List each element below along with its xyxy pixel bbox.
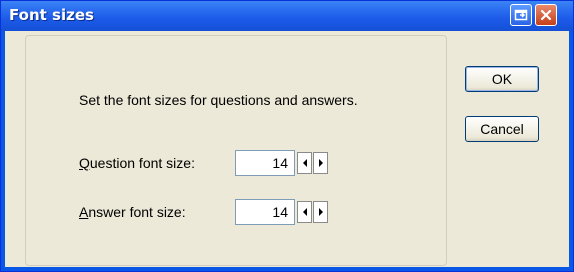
cancel-button[interactable]: Cancel bbox=[465, 116, 539, 142]
answer-label-rest: nswer font size: bbox=[88, 204, 186, 220]
question-label-rest: uestion font size: bbox=[89, 155, 195, 171]
close-icon bbox=[540, 9, 552, 21]
arrow-left-icon bbox=[302, 208, 307, 216]
arrow-right-icon bbox=[318, 159, 323, 167]
dialog-body: Set the font sizes for questions and ans… bbox=[5, 31, 569, 267]
arrow-left-icon bbox=[302, 159, 307, 167]
close-button[interactable] bbox=[535, 4, 557, 26]
answer-decrease-button[interactable] bbox=[297, 201, 312, 223]
arrow-right-icon bbox=[318, 208, 323, 216]
answer-font-size-input[interactable]: 14 bbox=[235, 199, 295, 225]
dialog-window: Font sizes Set the font sizes for questi… bbox=[0, 0, 574, 272]
restore-icon bbox=[514, 9, 528, 21]
ok-button[interactable]: OK bbox=[465, 66, 539, 92]
answer-mnemonic: A bbox=[79, 204, 89, 220]
question-increase-button[interactable] bbox=[313, 152, 328, 174]
question-font-size-label: Question font size: bbox=[79, 155, 195, 171]
question-decrease-button[interactable] bbox=[297, 152, 312, 174]
answer-increase-button[interactable] bbox=[313, 201, 328, 223]
instruction-text: Set the font sizes for questions and ans… bbox=[79, 92, 358, 108]
title-bar[interactable]: Font sizes bbox=[1, 1, 573, 31]
question-mnemonic: Q bbox=[79, 155, 90, 171]
window-title: Font sizes bbox=[9, 6, 94, 24]
answer-font-size-label: Answer font size: bbox=[79, 204, 186, 220]
restore-button[interactable] bbox=[510, 4, 532, 26]
question-font-size-input[interactable]: 14 bbox=[235, 150, 295, 176]
